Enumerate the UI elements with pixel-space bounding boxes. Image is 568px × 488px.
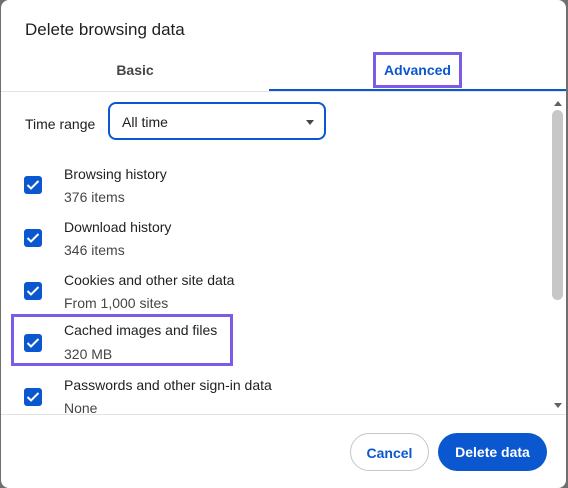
checkbox-browsing-history[interactable] (24, 176, 42, 194)
scrollbar[interactable] (550, 101, 565, 412)
checkbox-cookies[interactable] (24, 282, 42, 300)
option-label: Cookies and other site data (64, 272, 235, 288)
option-passwords[interactable]: Passwords and other sign-in data None (1, 376, 546, 414)
scroll-down-arrow-icon[interactable] (554, 403, 562, 408)
tab-basic-label: Basic (116, 62, 154, 78)
scroll-thumb[interactable] (552, 110, 563, 300)
option-detail: From 1,000 sites (64, 295, 169, 311)
delete-data-button[interactable]: Delete data (438, 433, 547, 471)
tab-active-underline (269, 89, 566, 91)
checkbox-download-history[interactable] (24, 229, 42, 247)
tab-advanced-label: Advanced (373, 52, 462, 88)
option-detail: 376 items (64, 189, 125, 205)
option-cached-images[interactable]: Cached images and files 320 MB (1, 322, 546, 374)
dropdown-arrow-icon (306, 120, 314, 125)
checkbox-passwords[interactable] (24, 388, 42, 406)
checkmark-icon (26, 338, 40, 348)
dialog-title: Delete browsing data (25, 20, 185, 39)
footer-divider (1, 414, 566, 415)
tab-advanced[interactable]: Advanced (269, 52, 566, 88)
time-range-label: Time range (25, 116, 96, 132)
checkbox-cached-images[interactable] (24, 334, 42, 352)
option-browsing-history[interactable]: Browsing history 376 items (1, 164, 546, 216)
checkmark-icon (26, 286, 40, 296)
option-detail: 346 items (64, 242, 125, 258)
checkmark-icon (26, 392, 40, 402)
checkmark-icon (26, 233, 40, 243)
option-detail: 320 MB (64, 346, 113, 362)
options-scroll-area[interactable]: Time range All time Browsing history 376… (1, 92, 566, 414)
checkmark-icon (26, 180, 40, 190)
option-label: Passwords and other sign-in data (64, 377, 272, 393)
tab-basic[interactable]: Basic (1, 52, 269, 88)
option-label: Cached images and files (64, 322, 218, 338)
option-download-history[interactable]: Download history 346 items (1, 217, 546, 269)
time-range-value: All time (122, 114, 168, 130)
option-cookies[interactable]: Cookies and other site data From 1,000 s… (1, 270, 546, 322)
time-range-select[interactable]: All time (108, 102, 326, 140)
cancel-button[interactable]: Cancel (350, 433, 429, 471)
option-detail: None (64, 400, 98, 414)
scroll-up-arrow-icon[interactable] (554, 101, 562, 106)
option-label: Browsing history (64, 166, 167, 182)
option-label: Download history (64, 219, 172, 235)
tab-bar: Basic Advanced (1, 52, 566, 92)
delete-browsing-data-dialog: Delete browsing data Basic Advanced Time… (1, 0, 566, 488)
